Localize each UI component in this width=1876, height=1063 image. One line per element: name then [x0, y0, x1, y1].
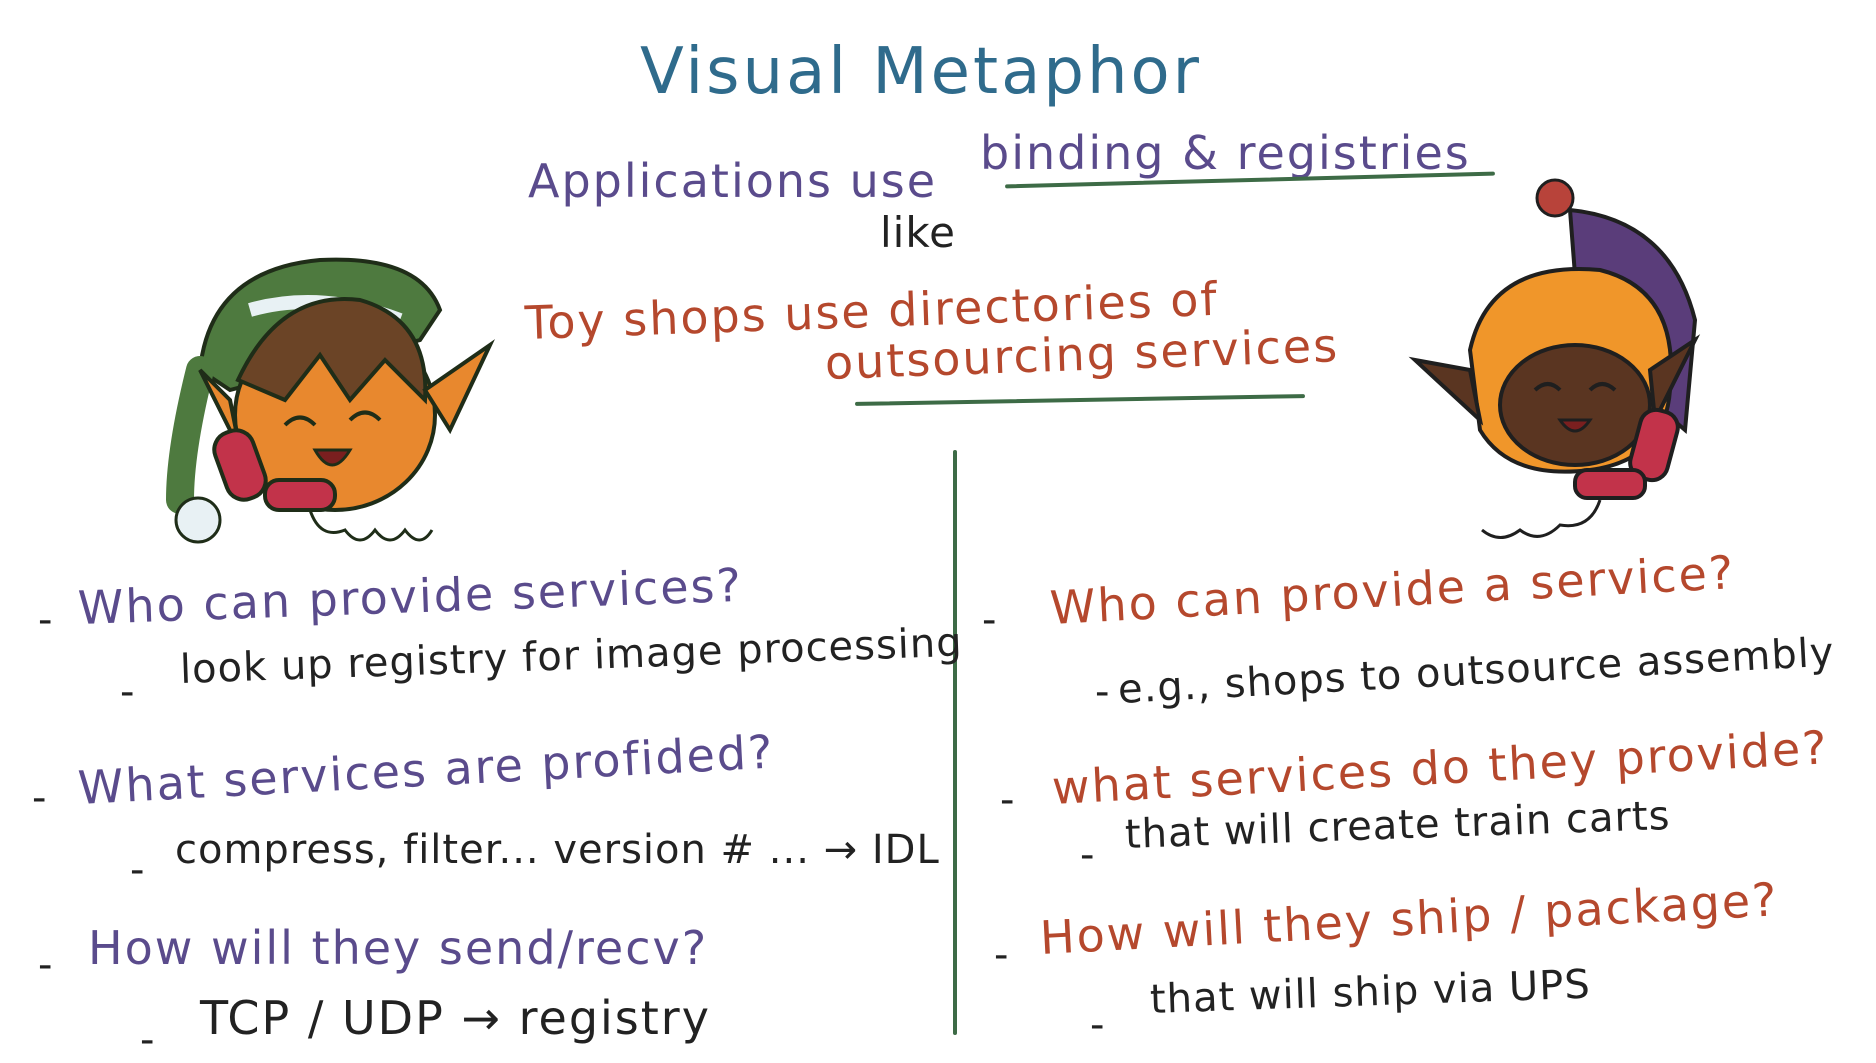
elf-green-hat-on-phone-icon — [166, 257, 495, 544]
right-q3-sub-dash: - — [1090, 1002, 1106, 1048]
elf-purple-hat-on-phone-icon — [1408, 178, 1701, 539]
right-q2-dash: - — [1000, 777, 1016, 823]
left-q1-sub-dash: - — [120, 669, 136, 715]
column-divider — [953, 450, 957, 1035]
left-q3-answer: TCP / UDP → registry — [200, 991, 711, 1045]
left-q2-dash: - — [32, 775, 48, 821]
left-q1-question: Who can provide services? — [77, 557, 744, 635]
right-q2-sub-dash: - — [1080, 832, 1096, 878]
left-q2-sub-dash: - — [130, 847, 146, 893]
left-q2-question: What services are profided? — [76, 724, 776, 815]
right-q1-dash: - — [982, 597, 998, 643]
right-q3-answer: that will ship via UPS — [1149, 961, 1592, 1023]
header-line1-prefix: Applications use — [528, 154, 938, 208]
page-title: Visual Metaphor — [640, 35, 1202, 109]
right-q3-dash: - — [994, 932, 1010, 978]
right-q2-question: what services do they provide? — [1050, 720, 1830, 815]
right-q1-question: Who can provide a service? — [1048, 545, 1737, 635]
left-q3-dash: - — [38, 942, 54, 988]
header-line1-underlined: binding & registries — [980, 126, 1471, 180]
left-q1-dash: - — [38, 597, 54, 643]
left-q3-sub-dash: - — [140, 1017, 156, 1063]
left-q1-answer: look up registry for image processing — [179, 619, 964, 693]
left-q2-answer: compress, filter... version # ... → IDL — [175, 827, 940, 873]
right-q3-question: How will they ship / package? — [1038, 872, 1780, 965]
left-q3-question: How will they send/recv? — [88, 921, 709, 975]
right-q1-sub-dash: - — [1095, 669, 1111, 715]
underline-outsourcing-services — [854, 394, 1306, 406]
right-q1-answer: e.g., shops to outsource assembly — [1116, 629, 1836, 713]
header-like: like — [880, 208, 957, 257]
